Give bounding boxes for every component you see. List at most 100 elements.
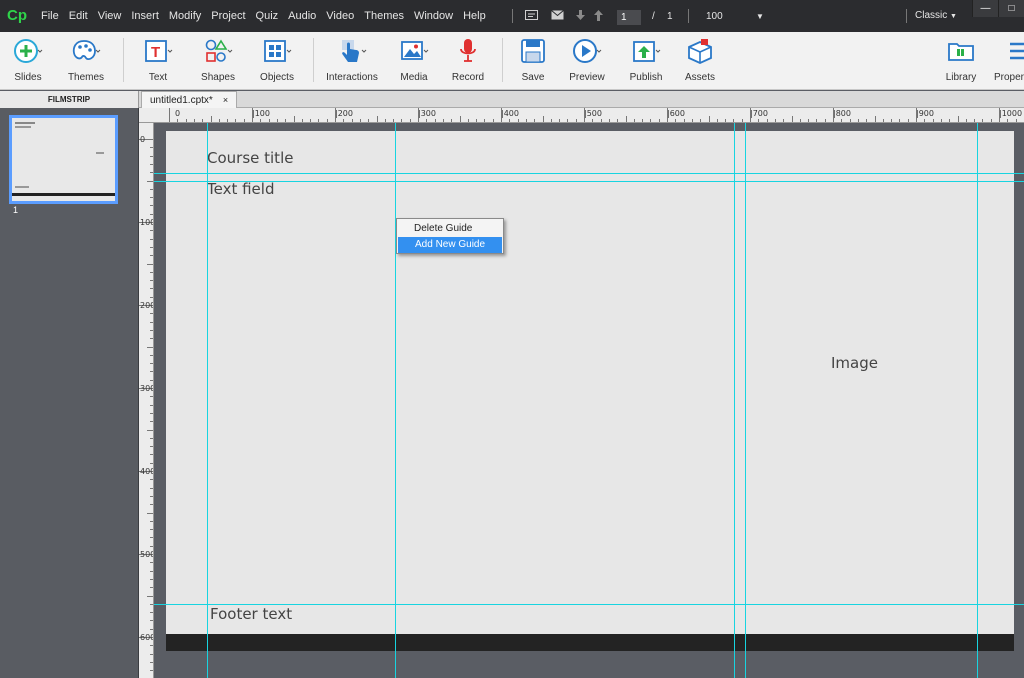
themes-button[interactable]: Themes <box>62 32 110 90</box>
slide-notes-icon[interactable] <box>525 10 538 24</box>
horizontal-ruler[interactable]: 0 |100 |200 |300 |400 |500 |600 |700 |800 |900 |10… <box>139 108 1024 123</box>
menu-file[interactable]: File <box>41 10 59 22</box>
ruler-tick <box>351 119 353 122</box>
horizontal-guide[interactable] <box>154 173 1024 174</box>
ruler-tick <box>150 562 153 564</box>
menu-modify[interactable]: Modify <box>169 10 201 22</box>
ruler-tick <box>774 119 776 122</box>
document-tab-bar: untitled1.cptx* × <box>139 91 1024 108</box>
ruler-tick <box>517 119 519 122</box>
ruler-tick <box>542 116 544 122</box>
footer-text-placeholder[interactable]: Footer text <box>210 605 292 623</box>
text-field-placeholder[interactable]: Text field <box>207 180 274 198</box>
shapes-button[interactable]: Shapes <box>196 32 240 90</box>
slide-thumbnail[interactable] <box>9 115 118 204</box>
interactions-button[interactable]: Interactions <box>324 32 380 90</box>
slide-canvas[interactable]: Course title Text field Image Footer tex… <box>166 131 1014 651</box>
objects-icon <box>264 40 292 62</box>
menu-audio[interactable]: Audio <box>288 10 316 22</box>
arrow-up-icon[interactable] <box>594 10 603 24</box>
chevron-down-icon: ▼ <box>950 13 957 20</box>
hand-pointer-icon <box>342 40 367 62</box>
course-title-placeholder[interactable]: Course title <box>207 149 293 167</box>
horizontal-guide[interactable] <box>154 604 1024 605</box>
publish-label: Publish <box>629 72 663 83</box>
ruler-tick <box>932 119 934 122</box>
ruler-tick <box>808 119 810 122</box>
ruler-tick <box>235 119 237 122</box>
ruler-tick <box>534 119 536 122</box>
ruler-tick <box>150 271 153 273</box>
zoom-value[interactable]: 100 <box>706 11 723 22</box>
ruler-tick <box>150 280 153 282</box>
record-button[interactable]: Record <box>448 32 488 90</box>
ruler-label: 400 <box>140 467 154 476</box>
menu-view[interactable]: View <box>98 10 122 22</box>
menu-quiz[interactable]: Quiz <box>256 10 279 22</box>
properties-button[interactable]: Properties <box>992 32 1024 90</box>
workspace-switcher[interactable]: Classic ▼ <box>915 10 957 21</box>
shapes-icon <box>205 39 233 62</box>
vertical-ruler[interactable]: 0 100 200 300 400 500 600 <box>139 123 154 678</box>
arrow-down-icon[interactable] <box>576 10 585 24</box>
vertical-guide[interactable] <box>734 123 735 678</box>
assets-button[interactable]: Assets <box>680 32 720 90</box>
ruler-label: 100 <box>140 218 154 227</box>
menu-insert[interactable]: Insert <box>131 10 159 22</box>
save-button[interactable]: Save <box>514 32 552 90</box>
document-tab[interactable]: untitled1.cptx* × <box>141 91 238 108</box>
text-button[interactable]: T Text <box>136 32 180 90</box>
publish-button[interactable]: Publish <box>624 32 668 90</box>
total-pages: 1 <box>667 11 673 22</box>
library-button[interactable]: Library <box>942 32 980 90</box>
vertical-guide[interactable] <box>745 123 746 678</box>
ruler-tick <box>150 446 153 448</box>
ruler-tick <box>150 354 153 356</box>
ruler-tick <box>990 119 992 122</box>
media-button[interactable]: Media <box>392 32 436 90</box>
vertical-guide[interactable] <box>395 123 396 678</box>
close-tab-icon[interactable]: × <box>223 95 228 105</box>
vertical-guide[interactable] <box>977 123 978 678</box>
menu-themes[interactable]: Themes <box>364 10 404 22</box>
filmstrip-title: FILMSTRIP <box>0 91 139 108</box>
ruler-label: |1000 <box>999 109 1023 118</box>
toolbar-separator <box>123 38 124 82</box>
palette-icon <box>72 40 101 61</box>
maximize-button[interactable]: □ <box>998 0 1024 17</box>
delete-guide-menu-item[interactable]: Delete Guide <box>397 221 503 237</box>
ruler-tick <box>799 119 801 122</box>
mail-icon[interactable] <box>551 10 564 23</box>
objects-button[interactable]: Objects <box>254 32 300 90</box>
zoom-dropdown-icon[interactable]: ▼ <box>756 12 764 21</box>
ruler-tick <box>866 119 868 122</box>
save-label: Save <box>521 72 545 83</box>
slides-button[interactable]: Slides <box>6 32 50 90</box>
horizontal-guide[interactable] <box>154 181 1024 182</box>
preview-button[interactable]: Preview <box>564 32 610 90</box>
menu-project[interactable]: Project <box>211 10 245 22</box>
ruler-tick <box>575 119 577 122</box>
menu-help[interactable]: Help <box>463 10 486 22</box>
add-slide-icon <box>14 39 43 63</box>
play-icon <box>573 39 602 63</box>
menu-edit[interactable]: Edit <box>69 10 88 22</box>
ruler-tick <box>150 545 153 547</box>
ruler-tick <box>658 119 660 122</box>
ruler-tick <box>708 116 710 122</box>
ruler-tick <box>326 119 328 122</box>
add-new-guide-menu-item[interactable]: Add New Guide <box>398 237 502 253</box>
vertical-guide[interactable] <box>207 123 208 678</box>
page-number-input[interactable]: 1 <box>617 10 641 25</box>
ruler-label: 0 <box>175 109 181 118</box>
minimize-button[interactable]: — <box>972 0 998 17</box>
ruler-tick <box>758 119 760 122</box>
ruler-label: 600 <box>140 633 154 642</box>
menu-video[interactable]: Video <box>326 10 354 22</box>
image-placeholder[interactable]: Image <box>831 354 878 372</box>
ruler-tick <box>766 119 768 122</box>
ruler-tick <box>716 119 718 122</box>
menu-window[interactable]: Window <box>414 10 453 22</box>
ruler-tick <box>857 119 859 122</box>
ruler-tick <box>882 119 884 122</box>
